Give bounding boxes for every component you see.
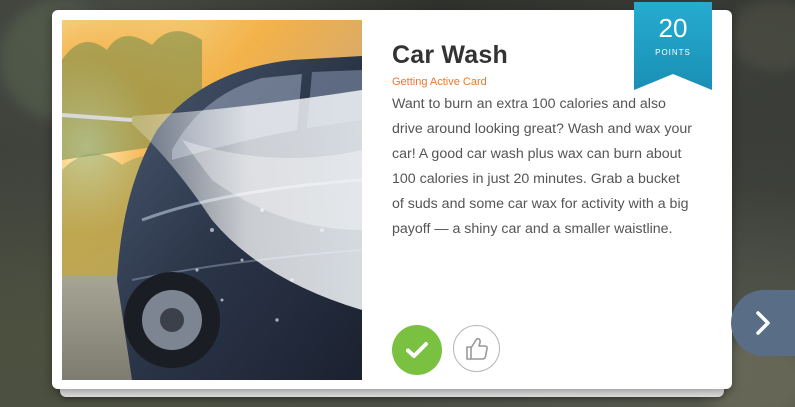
points-value: 20	[658, 13, 688, 43]
chevron-right-icon	[756, 311, 770, 335]
car-wash-photo	[62, 20, 362, 380]
like-button[interactable]	[453, 325, 500, 372]
card-description: Want to burn an extra 100 calories and a…	[392, 96, 692, 237]
thumbs-up-icon	[465, 337, 488, 360]
checkmark-icon	[406, 342, 428, 358]
points-ribbon: 20 POINTS	[634, 2, 712, 90]
points-label: POINTS	[655, 48, 691, 57]
next-card-button[interactable]	[731, 290, 795, 356]
activity-card: Car Wash Getting Active Card Want to bur…	[52, 2, 732, 389]
background-foliage	[730, 0, 795, 70]
mark-done-button[interactable]	[392, 325, 442, 375]
